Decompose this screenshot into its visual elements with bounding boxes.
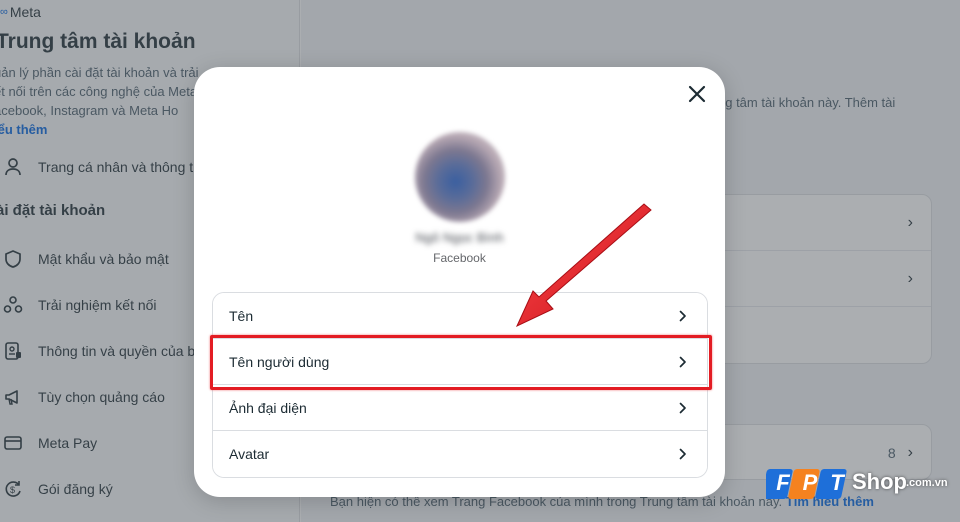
chevron-right-icon xyxy=(677,310,689,322)
profile-platform: Facebook xyxy=(433,251,486,265)
fpt-shop-logo-text: F P T Shop .com.vn xyxy=(766,465,956,505)
fpt-domain-text: .com.vn xyxy=(906,477,948,489)
option-label: Avatar xyxy=(229,446,270,462)
option-profile-picture[interactable]: Ảnh đại diện xyxy=(213,385,707,431)
option-name[interactable]: Tên xyxy=(213,293,707,339)
close-button[interactable] xyxy=(683,81,711,109)
chevron-right-icon xyxy=(677,448,689,460)
option-avatar[interactable]: Avatar xyxy=(213,431,707,477)
profile-name: Ngô Ngọc Bình xyxy=(415,230,504,245)
close-icon xyxy=(688,85,706,106)
avatar xyxy=(415,132,505,222)
option-label: Ảnh đại diện xyxy=(229,399,307,416)
option-label: Tên người dùng xyxy=(229,353,330,370)
fpt-letter: P xyxy=(802,470,818,495)
option-label: Tên xyxy=(229,307,254,324)
fpt-letter: T xyxy=(830,470,844,495)
option-username[interactable]: Tên người dùng xyxy=(213,339,707,385)
fpt-letter: F xyxy=(776,470,790,495)
fpt-shop-text: Shop xyxy=(852,469,907,494)
profile-modal: Ngô Ngọc Bình Facebook Tên Tên người dùn… xyxy=(194,67,725,497)
chevron-right-icon xyxy=(677,402,689,414)
chevron-right-icon xyxy=(677,356,689,368)
profile-options-list: Tên Tên người dùng Ảnh đại diện Avatar xyxy=(212,292,708,478)
